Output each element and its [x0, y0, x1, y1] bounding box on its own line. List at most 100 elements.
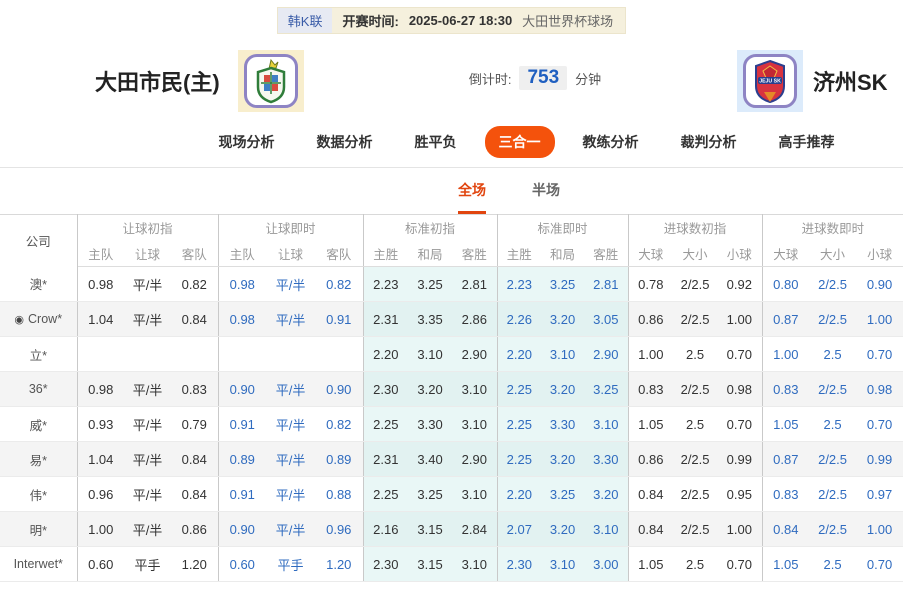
odds-cell: 0.89 — [217, 441, 267, 477]
odds-cell — [124, 336, 171, 372]
odds-cell: 0.87 — [761, 441, 810, 477]
odds-cell: 1.00 — [76, 511, 124, 547]
countdown-value: 753 — [519, 66, 568, 90]
bookmaker-name[interactable]: 伟* — [0, 476, 78, 512]
odds-cell: 2/2.5 — [673, 441, 718, 477]
table-row: 澳* 0.98 平/半 0.82 0.98 平/半 0.82 2.23 3.25 2.81 2.23… — [0, 266, 903, 302]
nav-tab[interactable]: 教练分析 — [569, 126, 653, 158]
odds-cell: 0.96 — [315, 511, 364, 547]
odds-cell: 0.60 — [217, 546, 267, 582]
odds-cell: 0.78 — [627, 266, 674, 302]
bookmaker-name[interactable]: 36* — [0, 371, 78, 407]
odds-cell: 平手 — [266, 546, 316, 582]
odds-cell: 0.98 — [217, 266, 267, 302]
sub-column-header: 小球 — [717, 240, 763, 267]
odds-cell: 2/2.5 — [673, 476, 718, 512]
odds-cell: 0.70 — [717, 406, 763, 442]
odds-cell: 3.25 — [408, 476, 453, 512]
nav-tab[interactable]: 高手推荐 — [765, 126, 849, 158]
odds-cell: 2.25 — [496, 406, 542, 442]
odds-cell: 2.25 — [496, 441, 542, 477]
sub-column-header: 让球 — [124, 240, 171, 267]
odds-cell: 0.99 — [717, 441, 763, 477]
nav-tab[interactable]: 裁判分析 — [667, 126, 751, 158]
svg-text:JEJU SK: JEJU SK — [759, 79, 781, 85]
odds-cell: 0.84 — [171, 476, 219, 512]
odds-cell: 平/半 — [124, 371, 171, 407]
odds-cell: 3.20 — [541, 511, 585, 547]
subtab[interactable]: 半场 — [532, 180, 560, 214]
odds-cell: 2.90 — [452, 336, 498, 372]
bookmaker-name[interactable]: 威* — [0, 406, 78, 442]
table-row: 威* 0.93 平/半 0.79 0.91 平/半 0.82 2.25 3.30 3.10 2.25… — [0, 406, 903, 442]
odds-cell: 3.25 — [584, 371, 629, 407]
odds-cell — [266, 336, 316, 372]
bookmaker-name[interactable]: 立* — [0, 336, 78, 372]
odds-cell: 0.83 — [627, 371, 674, 407]
odds-cell: 2.07 — [496, 511, 542, 547]
odds-cell: 平/半 — [266, 511, 316, 547]
bookmaker-name[interactable]: 澳* — [0, 266, 78, 302]
odds-cell: 平/半 — [266, 266, 316, 302]
odds-cell: 1.00 — [856, 301, 903, 337]
bookmaker-name[interactable]: 明* — [0, 511, 78, 547]
away-crest-icon: JEJU SK — [755, 59, 785, 104]
odds-cell: 0.87 — [761, 301, 810, 337]
odds-cell: 0.83 — [171, 371, 219, 407]
odds-cell: 3.05 — [584, 301, 629, 337]
odds-cell: 3.20 — [541, 301, 585, 337]
subtab[interactable]: 全场 — [458, 180, 486, 214]
odds-cell: 平/半 — [124, 266, 171, 302]
odds-cell: 3.15 — [408, 511, 453, 547]
odds-cell: 2/2.5 — [809, 441, 857, 477]
odds-cell: 平/半 — [266, 301, 316, 337]
odds-cell: 1.04 — [76, 301, 124, 337]
odds-cell: 1.20 — [171, 546, 219, 582]
odds-cell: 3.15 — [408, 546, 453, 582]
odds-table-body: 澳* 0.98 平/半 0.82 0.98 平/半 0.82 2.23 3.25 2.81 2.23… — [0, 266, 903, 582]
nav-tab[interactable]: 胜平负 — [401, 126, 471, 158]
odds-cell: 平手 — [124, 546, 171, 582]
league-badge[interactable]: 韩K联 — [277, 8, 333, 33]
odds-cell: 0.70 — [717, 336, 763, 372]
odds-cell: 0.89 — [315, 441, 364, 477]
nav-tab[interactable]: 数据分析 — [303, 126, 387, 158]
sub-column-header: 大球 — [627, 240, 674, 267]
bookmaker-name[interactable]: Interwet* — [0, 546, 78, 582]
table-row: 伟* 0.96 平/半 0.84 0.91 平/半 0.88 2.25 3.25 3.10 2.20… — [0, 476, 903, 512]
sub-column-header: 大球 — [761, 240, 810, 267]
odds-cell: 2.26 — [496, 301, 542, 337]
odds-cell: 2.20 — [362, 336, 409, 372]
bookmaker-name[interactable]: ◉ Crow* — [0, 301, 78, 337]
odds-cell: 平/半 — [266, 476, 316, 512]
odds-cell: 0.91 — [315, 301, 364, 337]
odds-cell: 0.92 — [717, 266, 763, 302]
odds-cell: 2/2.5 — [809, 301, 857, 337]
away-team-name: 济州SK — [813, 70, 888, 95]
sub-column-header: 小球 — [856, 240, 903, 267]
kickoff-time: 2025-06-27 18:30 — [408, 13, 513, 28]
odds-cell: 0.90 — [217, 511, 267, 547]
table-row: ◉ Crow* 1.04 平/半 0.84 0.98 平/半 0.91 2.31 3.35 2.86… — [0, 301, 903, 337]
odds-cell: 0.82 — [315, 266, 364, 302]
odds-cell: 2/2.5 — [673, 371, 718, 407]
kickoff-label: 开赛时间: — [342, 14, 399, 29]
countdown-unit: 分钟 — [575, 71, 602, 87]
bookmaker-name[interactable]: 易* — [0, 441, 78, 477]
nav-tab[interactable]: 三合一 — [484, 126, 555, 158]
sub-column-header: 客队 — [171, 240, 219, 267]
odds-cell: 2.16 — [362, 511, 409, 547]
nav-tab[interactable]: 现场分析 — [205, 126, 289, 158]
sub-column-header: 和局 — [408, 240, 453, 267]
sub-column-header: 客队 — [315, 240, 364, 267]
odds-cell: 1.05 — [627, 546, 674, 582]
home-team-name: 大田市民(主) — [95, 70, 220, 95]
odds-cell: 2.25 — [496, 371, 542, 407]
odds-cell — [76, 336, 124, 372]
match-header: 大田市民(主) 倒计时: 753 分钟 JEJU SK 济州SK — [0, 34, 903, 120]
odds-cell: 平/半 — [124, 511, 171, 547]
home-team-logo — [237, 50, 304, 112]
odds-cell: 3.10 — [452, 371, 498, 407]
odds-cell: 0.82 — [171, 266, 219, 302]
odds-cell: 0.86 — [627, 441, 674, 477]
